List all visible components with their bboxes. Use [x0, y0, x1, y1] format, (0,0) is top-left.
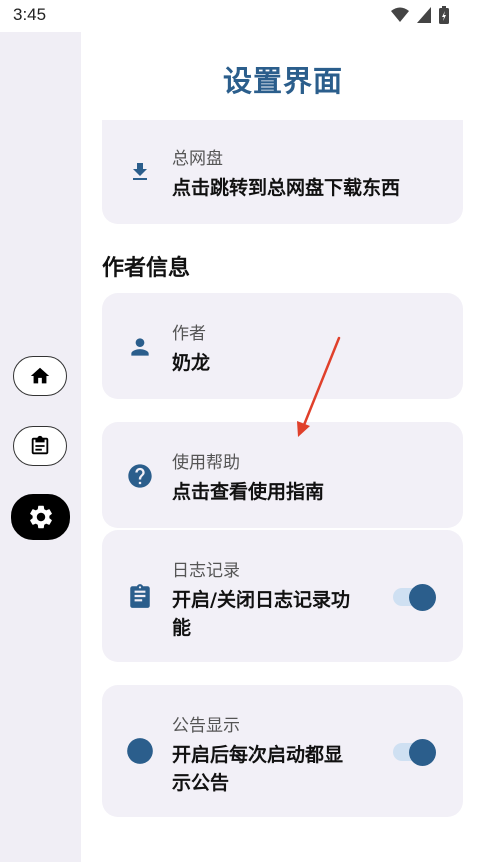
nav-home-button[interactable] [13, 356, 67, 396]
notice-toggle[interactable] [393, 739, 437, 766]
nav-settings-button[interactable] [11, 494, 70, 540]
notice-card: 公告显示 开启后每次启动都显 示公告 [102, 685, 463, 817]
status-time: 3:45 [13, 5, 47, 24]
help-card[interactable]: 使用帮助 点击查看使用指南 [102, 422, 463, 528]
author-card[interactable]: 作者 奶龙 [102, 293, 463, 399]
home-icon [30, 367, 50, 384]
circle-icon [126, 737, 154, 765]
status-bar: 3:45 [0, 0, 485, 32]
download-card-value: 点击跳转到总网盘下载东西 [172, 177, 401, 199]
author-card-label: 作者 [172, 324, 206, 344]
notice-toggle-thumb [409, 739, 436, 766]
clipboard-list-icon [126, 582, 154, 610]
notice-card-value-line1: 开启后每次启动都显 [172, 744, 344, 766]
settings-icon [29, 505, 52, 529]
battery-icon [439, 6, 449, 24]
download-card[interactable]: 总网盘 点击跳转到总网盘下载东西 [102, 120, 463, 224]
clipboard-icon [31, 435, 49, 455]
help-card-label: 使用帮助 [172, 453, 240, 473]
notice-card-label: 公告显示 [172, 716, 240, 736]
log-toggle-thumb [409, 584, 436, 611]
download-card-label: 总网盘 [172, 149, 223, 169]
download-icon [126, 158, 154, 186]
log-toggle[interactable] [393, 584, 437, 611]
section-title-author-info: 作者信息 [102, 256, 191, 281]
wifi-icon [391, 7, 409, 22]
log-card-label: 日志记录 [172, 561, 240, 581]
help-card-value: 点击查看使用指南 [172, 481, 325, 503]
log-card-value-line1: 开启/关闭日志记录功 [172, 589, 350, 611]
log-card-value-line2: 能 [172, 617, 192, 639]
log-card: 日志记录 开启/关闭日志记录功 能 [102, 530, 463, 662]
page-title: 设置界面 [222, 64, 343, 98]
notice-card-value-line2: 示公告 [172, 772, 230, 794]
status-icons [391, 6, 449, 24]
help-icon [126, 462, 154, 490]
person-icon [126, 333, 154, 361]
author-card-value: 奶龙 [172, 352, 211, 374]
nav-clipboard-button[interactable] [13, 426, 67, 466]
cellular-signal-icon [417, 7, 431, 23]
navigation-rail [0, 32, 81, 862]
